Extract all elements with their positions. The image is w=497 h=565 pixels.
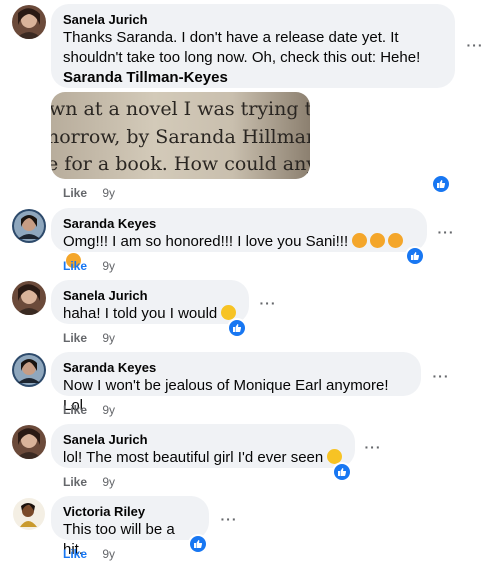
mention-link[interactable]: Saranda Tillman-Keyes: [63, 68, 443, 88]
more-options-icon[interactable]: ···: [435, 225, 457, 241]
avatar[interactable]: [12, 497, 46, 531]
comment-actions: Like 9y: [63, 330, 115, 346]
avatar[interactable]: [12, 209, 46, 243]
like-button[interactable]: Like: [63, 547, 87, 561]
comment-actions: Like 9y: [63, 258, 115, 274]
comment-author[interactable]: Sanela Jurich: [63, 431, 343, 448]
avatar[interactable]: [12, 353, 46, 387]
comment-author[interactable]: Victoria Riley: [63, 503, 197, 520]
like-button[interactable]: Like: [63, 259, 87, 273]
comment-photo[interactable]: wn at a novel I was trying to read norro…: [51, 92, 310, 179]
timestamp[interactable]: 9y: [102, 259, 115, 273]
comment-bubble: Sanela Jurich haha! I told you I would: [51, 280, 249, 324]
comment-bubble: Saranda Keyes Omg!!! I am so honored!!! …: [51, 208, 427, 268]
more-options-icon[interactable]: ···: [218, 512, 240, 528]
comment-text: haha! I told you I would: [63, 304, 237, 324]
more-options-icon[interactable]: ···: [362, 440, 384, 456]
timestamp[interactable]: 9y: [102, 403, 115, 417]
more-options-icon[interactable]: ···: [464, 38, 486, 54]
like-button[interactable]: Like: [63, 475, 87, 489]
comment-text: Thanks Saranda. I don't have a release d…: [63, 29, 421, 66]
more-options-icon[interactable]: ···: [257, 296, 279, 312]
avatar[interactable]: [12, 425, 46, 459]
like-reaction-icon[interactable]: [431, 174, 451, 194]
comment-actions: Like 9y: [63, 546, 115, 562]
comment-bubble: Sanela Jurich Thanks Saranda. I don't ha…: [51, 4, 455, 88]
kissing-heart-face-icon: [370, 233, 386, 248]
avatar[interactable]: [12, 5, 46, 39]
kissing-heart-face-icon: [388, 233, 404, 248]
timestamp[interactable]: 9y: [102, 547, 115, 561]
photo-text-line: e for a book. How could anyone: [51, 153, 310, 175]
comment-author[interactable]: Saranda Keyes: [63, 359, 409, 376]
like-reaction-icon[interactable]: [227, 318, 247, 338]
comment-text: Omg!!! I am so honored!!! I love you San…: [63, 232, 415, 272]
like-reaction-icon[interactable]: [332, 462, 352, 482]
like-reaction-icon[interactable]: [405, 246, 425, 266]
comment-author[interactable]: Sanela Jurich: [63, 11, 443, 28]
like-button[interactable]: Like: [63, 403, 87, 417]
comment-actions: Like 9y: [63, 474, 115, 490]
like-reaction-icon[interactable]: [188, 534, 208, 554]
photo-text-line: wn at a novel I was trying to read: [51, 98, 310, 120]
avatar[interactable]: [12, 281, 46, 315]
more-options-icon[interactable]: ···: [430, 369, 452, 385]
timestamp[interactable]: 9y: [102, 331, 115, 345]
timestamp[interactable]: 9y: [102, 475, 115, 489]
comment-text: lol! The most beautiful girl I'd ever se…: [63, 448, 343, 468]
comment-bubble: Victoria Riley This too will be a hit.: [51, 496, 209, 558]
kissing-heart-face-icon: [352, 233, 368, 248]
comment-bubble: Sanela Jurich lol! The most beautiful gi…: [51, 424, 355, 468]
comment-author[interactable]: Sanela Jurich: [63, 287, 237, 304]
like-button[interactable]: Like: [63, 331, 87, 345]
like-button[interactable]: Like: [63, 186, 87, 200]
comment-actions: Like 9y: [63, 402, 115, 418]
comment-bubble: Saranda Keyes Now I won't be jealous of …: [51, 352, 421, 414]
comment-actions: Like 9y: [63, 185, 115, 201]
comment-author[interactable]: Saranda Keyes: [63, 215, 415, 232]
photo-text-line: norrow, by Saranda Hillman. I t: [51, 126, 310, 148]
timestamp[interactable]: 9y: [102, 186, 115, 200]
